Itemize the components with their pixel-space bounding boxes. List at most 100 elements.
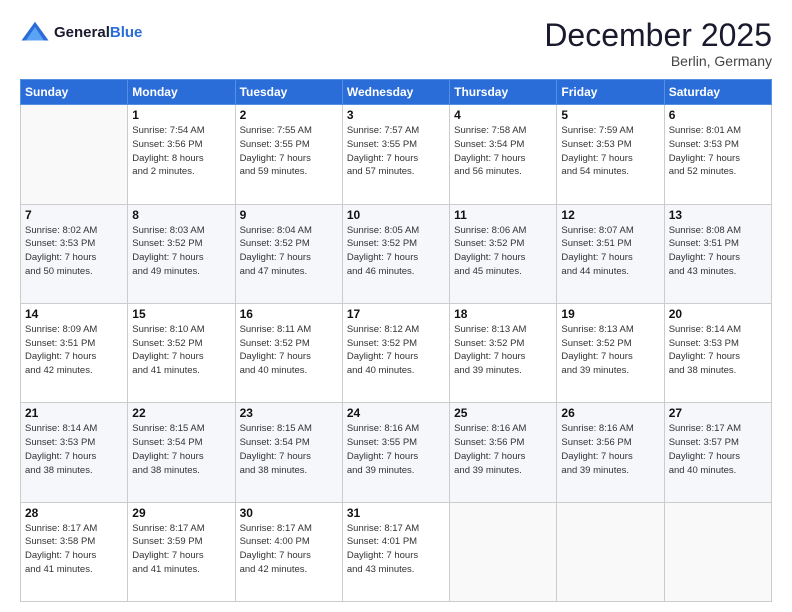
day-info: Sunrise: 8:16 AMSunset: 3:56 PMDaylight:… [454, 422, 552, 477]
day-info: Sunrise: 8:12 AMSunset: 3:52 PMDaylight:… [347, 323, 445, 378]
day-info: Sunrise: 8:01 AMSunset: 3:53 PMDaylight:… [669, 124, 767, 179]
logo: GeneralBlue [20, 18, 142, 48]
day-info: Sunrise: 8:07 AMSunset: 3:51 PMDaylight:… [561, 224, 659, 279]
day-cell-25: 25 Sunrise: 8:16 AMSunset: 3:56 PMDayligh… [450, 403, 557, 502]
day-number: 16 [240, 307, 338, 321]
weekday-header-sunday: Sunday [21, 80, 128, 105]
day-number: 13 [669, 208, 767, 222]
day-info: Sunrise: 8:11 AMSunset: 3:52 PMDaylight:… [240, 323, 338, 378]
day-number: 18 [454, 307, 552, 321]
day-number: 22 [132, 406, 230, 420]
day-cell-22: 22 Sunrise: 8:15 AMSunset: 3:54 PMDayligh… [128, 403, 235, 502]
week-row-4: 21Sunrise: 8:14 AMSunset: 3:53 PMDayligh… [21, 403, 772, 502]
weekday-header-saturday: Saturday [664, 80, 771, 105]
day-info: Sunrise: 8:17 AMSunset: 3:58 PMDaylight:… [25, 522, 123, 577]
day-number: 25 [454, 406, 552, 420]
month-title: December 2025 [544, 18, 772, 53]
day-cell-31: 31Sunrise: 8:17 AMSunset: 4:01 PMDayligh… [342, 502, 449, 601]
day-number: 24 [347, 406, 445, 420]
week-row-3: 14Sunrise: 8:09 AMSunset: 3:51 PMDayligh… [21, 303, 772, 402]
day-info: Sunrise: 8:14 AMSunset: 3:53 PMDaylight:… [669, 323, 767, 378]
day-number: 15 [132, 307, 230, 321]
day-cell-6: 6 Sunrise: 8:01 AMSunset: 3:53 PMDaylight… [664, 105, 771, 204]
day-number: 28 [25, 506, 123, 520]
day-info: Sunrise: 8:04 AMSunset: 3:52 PMDaylight:… [240, 224, 338, 279]
day-cell-15: 15 Sunrise: 8:10 AMSunset: 3:52 PMDayligh… [128, 303, 235, 402]
day-number: 21 [25, 406, 123, 420]
title-block: December 2025 Berlin, Germany [544, 18, 772, 69]
day-number: 3 [347, 108, 445, 122]
day-info: Sunrise: 7:54 AMSunset: 3:56 PMDaylight:… [132, 124, 230, 179]
day-number: 19 [561, 307, 659, 321]
day-info: Sunrise: 8:15 AMSunset: 3:54 PMDaylight:… [240, 422, 338, 477]
day-number: 1 [132, 108, 230, 122]
day-cell-21: 21Sunrise: 8:14 AMSunset: 3:53 PMDayligh… [21, 403, 128, 502]
empty-cell [450, 502, 557, 601]
day-cell-11: 11Sunrise: 8:06 AMSunset: 3:52 PMDayligh… [450, 204, 557, 303]
day-number: 11 [454, 208, 552, 222]
location-subtitle: Berlin, Germany [544, 53, 772, 69]
day-info: Sunrise: 8:17 AMSunset: 3:57 PMDaylight:… [669, 422, 767, 477]
day-number: 12 [561, 208, 659, 222]
day-number: 27 [669, 406, 767, 420]
day-number: 2 [240, 108, 338, 122]
weekday-header-friday: Friday [557, 80, 664, 105]
day-info: Sunrise: 7:59 AMSunset: 3:53 PMDaylight:… [561, 124, 659, 179]
day-number: 5 [561, 108, 659, 122]
day-cell-12: 12 Sunrise: 8:07 AMSunset: 3:51 PMDayligh… [557, 204, 664, 303]
day-number: 7 [25, 208, 123, 222]
day-info: Sunrise: 8:10 AMSunset: 3:52 PMDaylight:… [132, 323, 230, 378]
day-cell-2: 2 Sunrise: 7:55 AMSunset: 3:55 PMDaylight… [235, 105, 342, 204]
day-info: Sunrise: 8:15 AMSunset: 3:54 PMDaylight:… [132, 422, 230, 477]
page: GeneralBlue December 2025 Berlin, German… [0, 0, 792, 612]
day-info: Sunrise: 8:16 AMSunset: 3:55 PMDaylight:… [347, 422, 445, 477]
header: GeneralBlue December 2025 Berlin, German… [20, 18, 772, 69]
day-cell-19: 19 Sunrise: 8:13 AMSunset: 3:52 PMDayligh… [557, 303, 664, 402]
day-cell-9: 9 Sunrise: 8:04 AMSunset: 3:52 PMDaylight… [235, 204, 342, 303]
day-number: 4 [454, 108, 552, 122]
week-row-5: 28 Sunrise: 8:17 AMSunset: 3:58 PMDayligh… [21, 502, 772, 601]
day-info: Sunrise: 8:08 AMSunset: 3:51 PMDaylight:… [669, 224, 767, 279]
day-cell-13: 13 Sunrise: 8:08 AMSunset: 3:51 PMDayligh… [664, 204, 771, 303]
day-number: 6 [669, 108, 767, 122]
day-info: Sunrise: 8:17 AMSunset: 3:59 PMDaylight:… [132, 522, 230, 577]
week-row-2: 7 Sunrise: 8:02 AMSunset: 3:53 PMDaylight… [21, 204, 772, 303]
day-cell-24: 24 Sunrise: 8:16 AMSunset: 3:55 PMDayligh… [342, 403, 449, 502]
day-cell-4: 4 Sunrise: 7:58 AMSunset: 3:54 PMDaylight… [450, 105, 557, 204]
day-info: Sunrise: 8:13 AMSunset: 3:52 PMDaylight:… [561, 323, 659, 378]
day-info: Sunrise: 7:58 AMSunset: 3:54 PMDaylight:… [454, 124, 552, 179]
day-cell-3: 3 Sunrise: 7:57 AMSunset: 3:55 PMDaylight… [342, 105, 449, 204]
day-cell-16: 16 Sunrise: 8:11 AMSunset: 3:52 PMDayligh… [235, 303, 342, 402]
day-cell-17: 17 Sunrise: 8:12 AMSunset: 3:52 PMDayligh… [342, 303, 449, 402]
day-cell-8: 8 Sunrise: 8:03 AMSunset: 3:52 PMDaylight… [128, 204, 235, 303]
day-number: 17 [347, 307, 445, 321]
weekday-header-tuesday: Tuesday [235, 80, 342, 105]
day-cell-14: 14Sunrise: 8:09 AMSunset: 3:51 PMDayligh… [21, 303, 128, 402]
weekday-header-row: SundayMondayTuesdayWednesdayThursdayFrid… [21, 80, 772, 105]
day-cell-27: 27 Sunrise: 8:17 AMSunset: 3:57 PMDayligh… [664, 403, 771, 502]
day-info: Sunrise: 8:02 AMSunset: 3:53 PMDaylight:… [25, 224, 123, 279]
day-info: Sunrise: 8:05 AMSunset: 3:52 PMDaylight:… [347, 224, 445, 279]
day-cell-26: 26Sunrise: 8:16 AMSunset: 3:56 PMDayligh… [557, 403, 664, 502]
day-number: 29 [132, 506, 230, 520]
day-info: Sunrise: 8:17 AMSunset: 4:00 PMDaylight:… [240, 522, 338, 577]
day-cell-30: 30Sunrise: 8:17 AMSunset: 4:00 PMDayligh… [235, 502, 342, 601]
day-info: Sunrise: 8:03 AMSunset: 3:52 PMDaylight:… [132, 224, 230, 279]
day-cell-23: 23Sunrise: 8:15 AMSunset: 3:54 PMDayligh… [235, 403, 342, 502]
day-number: 26 [561, 406, 659, 420]
weekday-header-thursday: Thursday [450, 80, 557, 105]
day-number: 8 [132, 208, 230, 222]
day-info: Sunrise: 8:13 AMSunset: 3:52 PMDaylight:… [454, 323, 552, 378]
day-info: Sunrise: 7:55 AMSunset: 3:55 PMDaylight:… [240, 124, 338, 179]
weekday-header-wednesday: Wednesday [342, 80, 449, 105]
logo-icon [20, 18, 50, 48]
day-cell-29: 29 Sunrise: 8:17 AMSunset: 3:59 PMDayligh… [128, 502, 235, 601]
day-info: Sunrise: 8:09 AMSunset: 3:51 PMDaylight:… [25, 323, 123, 378]
day-info: Sunrise: 7:57 AMSunset: 3:55 PMDaylight:… [347, 124, 445, 179]
weekday-header-monday: Monday [128, 80, 235, 105]
day-number: 9 [240, 208, 338, 222]
day-cell-1: 1 Sunrise: 7:54 AMSunset: 3:56 PMDaylight… [128, 105, 235, 204]
day-info: Sunrise: 8:17 AMSunset: 4:01 PMDaylight:… [347, 522, 445, 577]
day-cell-5: 5 Sunrise: 7:59 AMSunset: 3:53 PMDaylight… [557, 105, 664, 204]
day-cell-7: 7 Sunrise: 8:02 AMSunset: 3:53 PMDaylight… [21, 204, 128, 303]
